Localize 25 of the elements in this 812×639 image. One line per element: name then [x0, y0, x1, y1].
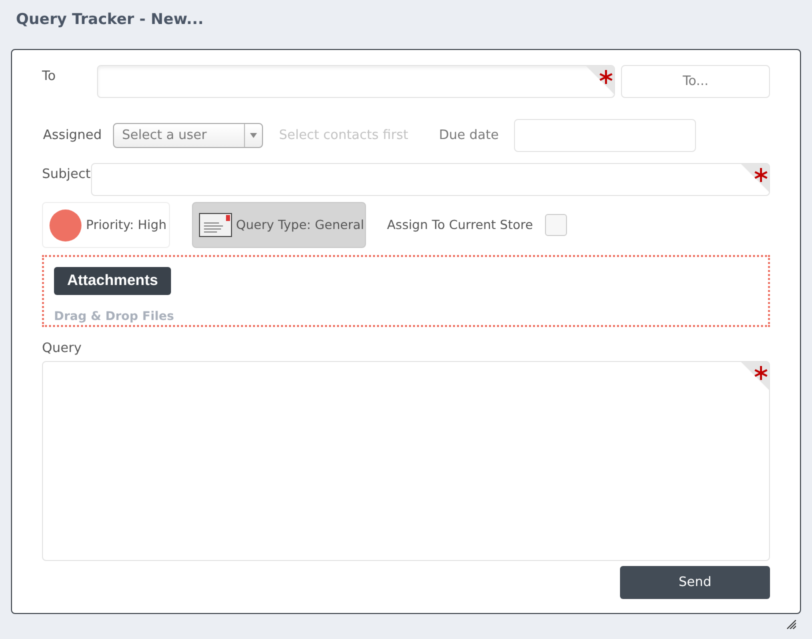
- to-field[interactable]: [96, 65, 616, 98]
- query-label: Query: [42, 341, 82, 356]
- resize-grip-icon: [787, 620, 796, 629]
- due-date-label: Due date: [439, 126, 500, 145]
- attachments-button[interactable]: Attachments: [54, 267, 171, 295]
- drop-hint: Drag & Drop Files: [54, 308, 174, 325]
- assign-store-label: Assign To Current Store: [387, 216, 534, 234]
- attachment-drop-zone[interactable]: Attachments Drag & Drop Files: [42, 255, 770, 327]
- user-select[interactable]: Select a user: [113, 123, 263, 148]
- subject-field[interactable]: [91, 163, 770, 196]
- send-button[interactable]: Send: [620, 566, 770, 599]
- priority-dot-icon: [49, 208, 82, 242]
- query-text-area[interactable]: [42, 361, 770, 561]
- due-date-field[interactable]: [514, 119, 696, 152]
- assigned-hint: Select contacts first: [279, 126, 410, 145]
- page-title: Query Tracker - New...: [16, 10, 204, 28]
- query-type-button[interactable]: Query Type: General: [192, 202, 366, 248]
- dropdown-caret-icon: [250, 133, 257, 138]
- subject-label: Subject: [42, 167, 91, 182]
- to-label: To: [42, 69, 56, 84]
- priority-button[interactable]: Priority: High: [42, 202, 170, 248]
- assign-store-checkbox[interactable]: [545, 214, 567, 236]
- to-button[interactable]: To...: [621, 65, 770, 98]
- assigned-label: Assigned: [43, 126, 103, 145]
- envelope-icon: [199, 213, 232, 237]
